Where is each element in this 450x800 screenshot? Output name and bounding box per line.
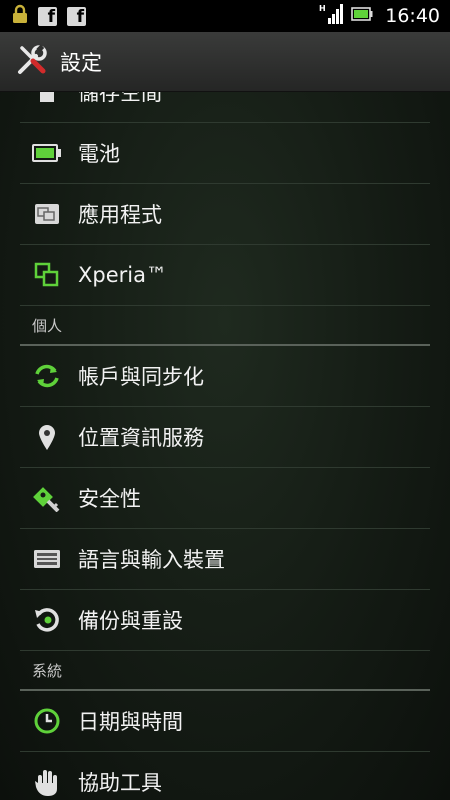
backup-restore-icon <box>32 605 62 635</box>
facebook-icon: f <box>67 6 86 26</box>
settings-item-label: 安全性 <box>78 487 141 511</box>
settings-list-content: 儲存空間 電池 應用程式 Xperia™ 個人 帳戶與同步化 位置資訊服務 安全… <box>0 92 450 800</box>
settings-item-language-input[interactable]: 語言與輸入裝置 <box>20 529 430 590</box>
clock-icon <box>32 706 62 736</box>
section-header-personal: 個人 <box>20 306 430 346</box>
settings-item-label: 語言與輸入裝置 <box>78 548 225 572</box>
sd-card-icon <box>32 92 62 107</box>
section-header-system: 系統 <box>20 651 430 691</box>
key-icon <box>32 483 62 513</box>
settings-item-label: 帳戶與同步化 <box>78 365 204 389</box>
xperia-icon <box>32 260 62 290</box>
svg-text:H: H <box>319 4 326 13</box>
facebook-icon: f <box>38 6 57 26</box>
settings-item-label: 日期與時間 <box>78 710 183 734</box>
hsdpa-signal-icon: H <box>319 3 344 29</box>
status-bar: f f H 16:40 <box>0 0 450 32</box>
settings-item-label: 應用程式 <box>78 203 162 227</box>
settings-item-label: 備份與重設 <box>78 609 183 633</box>
hand-icon <box>32 767 62 797</box>
settings-item-accounts-sync[interactable]: 帳戶與同步化 <box>20 346 430 407</box>
battery-icon <box>351 6 373 26</box>
settings-item-label: 協助工具 <box>78 771 162 795</box>
system-icons: H 16:40 <box>319 3 440 29</box>
settings-item-battery[interactable]: 電池 <box>20 123 430 184</box>
keyboard-icon <box>32 544 62 574</box>
settings-item-location[interactable]: 位置資訊服務 <box>20 407 430 468</box>
settings-item-label: Xperia™ <box>78 263 167 287</box>
settings-item-storage[interactable]: 儲存空間 <box>20 92 430 123</box>
status-time: 16:40 <box>385 5 440 27</box>
settings-screen: f f H 16:40 設定 儲存空間 電池 應用程式 Xperia™ 個人 帳… <box>0 0 450 800</box>
sync-icon <box>32 361 62 391</box>
settings-item-label: 儲存空間 <box>78 92 162 105</box>
settings-item-xperia[interactable]: Xperia™ <box>20 245 430 306</box>
page-title: 設定 <box>60 50 102 75</box>
section-header-label: 個人 <box>32 316 63 335</box>
battery-icon <box>32 138 62 168</box>
section-header-label: 系統 <box>32 661 63 680</box>
settings-item-apps[interactable]: 應用程式 <box>20 184 430 245</box>
notification-icons: f f <box>12 4 86 28</box>
action-bar: 設定 <box>0 32 450 92</box>
tools-icon[interactable] <box>16 43 48 80</box>
settings-list[interactable]: 儲存空間 電池 應用程式 Xperia™ 個人 帳戶與同步化 位置資訊服務 安全… <box>0 92 450 800</box>
settings-item-backup-reset[interactable]: 備份與重設 <box>20 590 430 651</box>
settings-item-date-time[interactable]: 日期與時間 <box>20 691 430 752</box>
settings-item-label: 電池 <box>78 142 120 166</box>
settings-item-label: 位置資訊服務 <box>78 426 204 450</box>
lock-icon <box>12 4 28 28</box>
settings-item-accessibility[interactable]: 協助工具 <box>20 752 430 800</box>
settings-item-security[interactable]: 安全性 <box>20 468 430 529</box>
apps-icon <box>32 199 62 229</box>
location-pin-icon <box>32 422 62 452</box>
